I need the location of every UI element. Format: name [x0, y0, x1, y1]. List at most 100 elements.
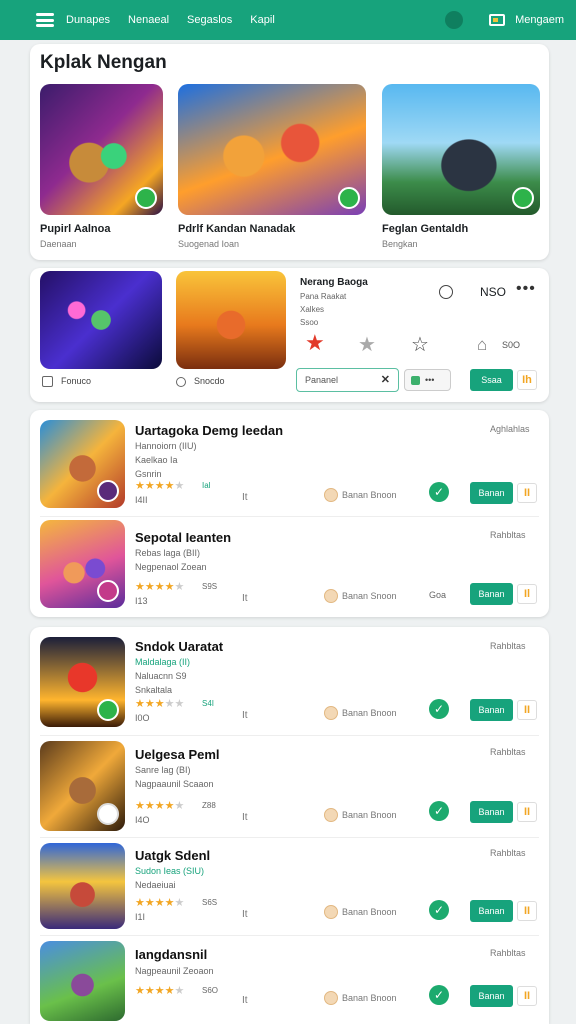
- row-count: S6S: [202, 898, 218, 907]
- check-icon[interactable]: ✓: [429, 699, 449, 719]
- divider: [40, 935, 539, 936]
- info-line-2: Xalkes: [300, 305, 325, 314]
- row-thumb[interactable]: [40, 941, 125, 1021]
- check-icon[interactable]: ✓: [429, 801, 449, 821]
- row-pin: It: [242, 593, 248, 604]
- row-action-button[interactable]: Banan: [470, 699, 513, 721]
- featured-thumb-2[interactable]: [178, 84, 366, 215]
- row-meta-1: Sudon Ieas (SIU): [135, 866, 205, 876]
- home-value: S0O: [502, 340, 521, 350]
- row-pin: It: [242, 492, 248, 503]
- row-meta-2: Naluacnn S9: [135, 671, 187, 681]
- account-label[interactable]: Mengaem: [515, 14, 564, 26]
- row-secondary-button[interactable]: II: [517, 802, 537, 822]
- row-name[interactable]: Uelgesa Peml: [135, 747, 220, 762]
- row-action-button[interactable]: Banan: [470, 801, 513, 823]
- nav-item-2[interactable]: Nenaeal: [128, 14, 169, 26]
- row-name[interactable]: Sepotal Ieanten: [135, 530, 231, 545]
- price-label: NSO: [480, 285, 507, 299]
- row-meta-3: Gsnrin: [135, 469, 162, 479]
- panel-label-2[interactable]: Snocdo: [176, 376, 225, 387]
- status-dot-button[interactable]: [445, 11, 464, 29]
- secondary-button[interactable]: Ih: [517, 370, 537, 390]
- row-secondary-button[interactable]: Il: [517, 584, 537, 604]
- row-name[interactable]: Uartagoka Demg leedan: [135, 423, 283, 438]
- star-grey-icon[interactable]: ★: [358, 332, 376, 357]
- check-icon[interactable]: ✓: [429, 985, 449, 1005]
- featured-sub-1: Daenaan: [40, 239, 77, 249]
- row-coin: Banan Bnoon: [324, 905, 397, 919]
- featured-thumb-3[interactable]: [382, 84, 540, 215]
- coin-icon: [324, 589, 338, 603]
- divider: [40, 837, 539, 838]
- info-title: Nerang Baoga: [300, 277, 368, 288]
- row-action-button[interactable]: Banan: [470, 985, 513, 1007]
- row-meta-1: Hannoiorn (IIU): [135, 441, 197, 451]
- featured-name-3[interactable]: Feglan Gentaldh: [382, 223, 468, 235]
- nav-item-3[interactable]: Segaslos: [187, 14, 232, 26]
- hamburger-menu-icon[interactable]: [36, 13, 54, 27]
- row-right-label: Aghlahlas: [490, 424, 530, 434]
- row-thumb[interactable]: [40, 843, 125, 929]
- top-nav: Dunapes Nenaeal Segaslos Kapil: [66, 14, 275, 26]
- panel-thumb-1[interactable]: [40, 271, 162, 369]
- row-coin: Banan Bnoon: [324, 808, 397, 822]
- featured-name-2[interactable]: Pdrlf Kandan Nanadak: [178, 223, 295, 235]
- leaf-chip[interactable]: •••: [404, 369, 451, 391]
- more-options-icon[interactable]: •••: [516, 280, 536, 298]
- row-rating: ★★★★★: [135, 800, 185, 812]
- panel-thumb-2[interactable]: [176, 271, 286, 369]
- row-left-num: I0O: [135, 713, 150, 723]
- row-thumb[interactable]: [40, 637, 125, 727]
- row-left-num: I13: [135, 596, 148, 606]
- row-coin: Banan Snoon: [324, 589, 397, 603]
- value-input[interactable]: Pananel ✕: [296, 368, 399, 392]
- row-thumb[interactable]: [40, 520, 125, 608]
- check-icon[interactable]: ✓: [429, 482, 449, 502]
- favorite-icon[interactable]: [439, 285, 453, 299]
- row-secondary-button[interactable]: II: [517, 483, 537, 503]
- platform-badge-icon: [338, 187, 360, 209]
- row-name[interactable]: Iangdansnil: [135, 947, 207, 962]
- row-meta-2: Negpenaol Zoean: [135, 562, 207, 572]
- row-name[interactable]: Sndok Uaratat: [135, 639, 223, 654]
- coin-icon: [324, 706, 338, 720]
- clear-icon[interactable]: ✕: [381, 373, 390, 386]
- featured-title: Kplak Nengan: [40, 52, 167, 73]
- row-left-num: I1I: [135, 912, 146, 922]
- row-action-button[interactable]: Banan: [470, 900, 513, 922]
- primary-button[interactable]: Ssaa: [470, 369, 513, 391]
- row-right-label: Rahbltas: [490, 747, 526, 757]
- row-action-button[interactable]: Banan: [470, 583, 513, 605]
- home-icon[interactable]: ⌂: [477, 335, 487, 355]
- row-action-button[interactable]: Banan: [470, 482, 513, 504]
- platform-badge-icon: [135, 187, 157, 209]
- coin-icon: [324, 488, 338, 502]
- account-card-icon[interactable]: [489, 14, 506, 26]
- featured-thumb-1[interactable]: [40, 84, 163, 215]
- square-icon: [42, 376, 53, 388]
- row-secondary-button[interactable]: II: [517, 700, 537, 720]
- featured-sub-3: Bengkan: [382, 239, 418, 249]
- nav-item-4[interactable]: Kapil: [250, 14, 274, 26]
- row-count: Ial: [202, 481, 211, 490]
- star-outline-icon[interactable]: ☆: [411, 332, 429, 357]
- nav-item-1[interactable]: Dunapes: [66, 14, 110, 26]
- row-meta-2: Nedaeiuai: [135, 880, 176, 890]
- row-thumb[interactable]: [40, 741, 125, 831]
- row-right-label: Rahbltas: [490, 948, 526, 958]
- row-secondary-button[interactable]: II: [517, 901, 537, 921]
- row-pin: It: [242, 710, 248, 721]
- row-count: S4I: [202, 699, 215, 708]
- star-filled-icon[interactable]: ★: [305, 330, 325, 356]
- row-left-num: I4II: [135, 495, 148, 505]
- row-right-label: Rahbltas: [490, 641, 526, 651]
- check-icon[interactable]: ✓: [429, 900, 449, 920]
- row-secondary-button[interactable]: II: [517, 986, 537, 1006]
- row-name[interactable]: Uatgk Sdenl: [135, 848, 210, 863]
- row-right-label: Rahbltas: [490, 848, 526, 858]
- featured-card: Kplak Nengan Pupirl Aalnoa Daenaan Pdrlf…: [30, 44, 549, 260]
- row-thumb[interactable]: [40, 420, 125, 508]
- featured-name-1[interactable]: Pupirl Aalnoa: [40, 223, 111, 235]
- panel-label-1[interactable]: Fonuco: [42, 376, 91, 388]
